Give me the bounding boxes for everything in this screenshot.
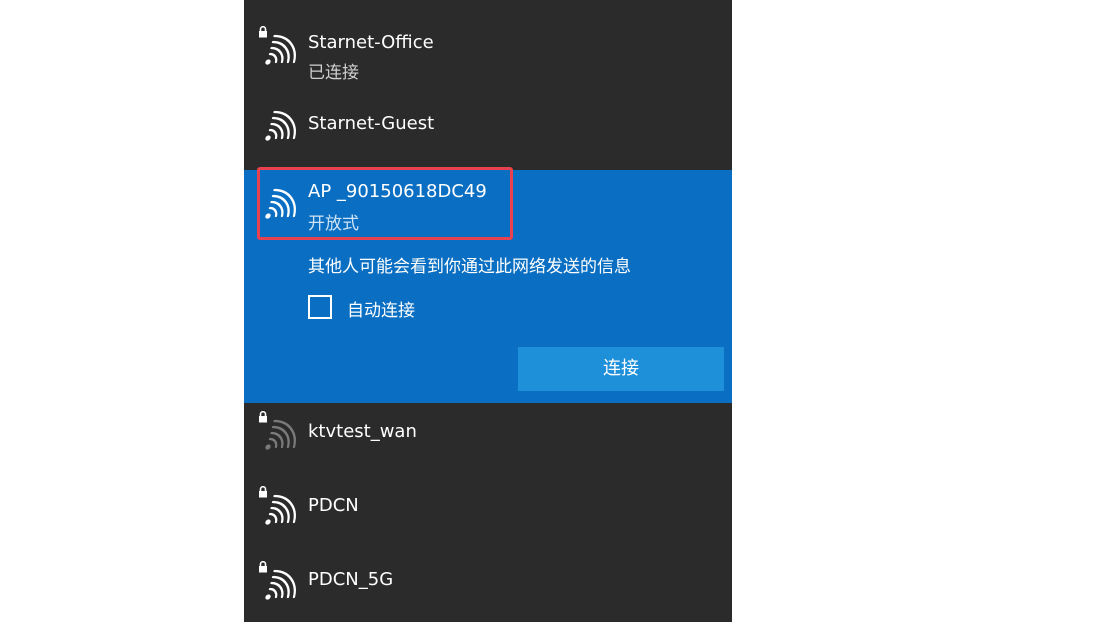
wifi-signal-icon <box>258 492 292 526</box>
network-name: AP _90150618DC49 <box>308 181 487 202</box>
wifi-signal-icon <box>258 32 292 66</box>
connect-button[interactable]: 连接 <box>518 347 724 391</box>
network-item-pdcn-5g[interactable]: PDCN_5G <box>244 555 732 611</box>
wifi-signal-icon <box>258 186 292 220</box>
lock-icon <box>258 561 268 573</box>
auto-connect-checkbox[interactable] <box>308 295 332 319</box>
open-network-warning: 其他人可能会看到你通过此网络发送的信息 <box>308 257 631 277</box>
lock-icon <box>258 486 268 498</box>
wifi-signal-icon <box>258 567 292 601</box>
lock-icon <box>258 411 268 423</box>
wifi-network-list-panel: Starnet-Office 已连接 Starnet-Guest AP _901… <box>244 0 732 622</box>
wifi-signal-icon <box>258 417 292 451</box>
network-name: ktvtest_wan <box>308 421 417 442</box>
network-name: PDCN_5G <box>308 569 394 590</box>
network-name: Starnet-Office <box>308 32 434 53</box>
wifi-signal-icon <box>258 108 292 142</box>
network-item-starnet-guest[interactable]: Starnet-Guest <box>244 100 732 156</box>
network-item-selected[interactable]: AP _90150618DC49 开放式 其他人可能会看到你通过此网络发送的信息… <box>244 167 732 403</box>
network-item-ktvtest-wan[interactable]: ktvtest_wan <box>244 405 732 461</box>
network-name: PDCN <box>308 495 359 516</box>
network-item-starnet-office[interactable]: Starnet-Office 已连接 <box>244 24 732 84</box>
lock-icon <box>258 26 268 38</box>
auto-connect-label[interactable]: 自动连接 <box>347 296 415 321</box>
network-status: 已连接 <box>308 63 359 83</box>
network-item-ap-90150618dc49[interactable]: AP _90150618DC49 开放式 <box>244 170 732 240</box>
network-item-pdcn[interactable]: PDCN <box>244 480 732 536</box>
network-name: Starnet-Guest <box>308 113 435 134</box>
network-status: 开放式 <box>308 214 359 234</box>
